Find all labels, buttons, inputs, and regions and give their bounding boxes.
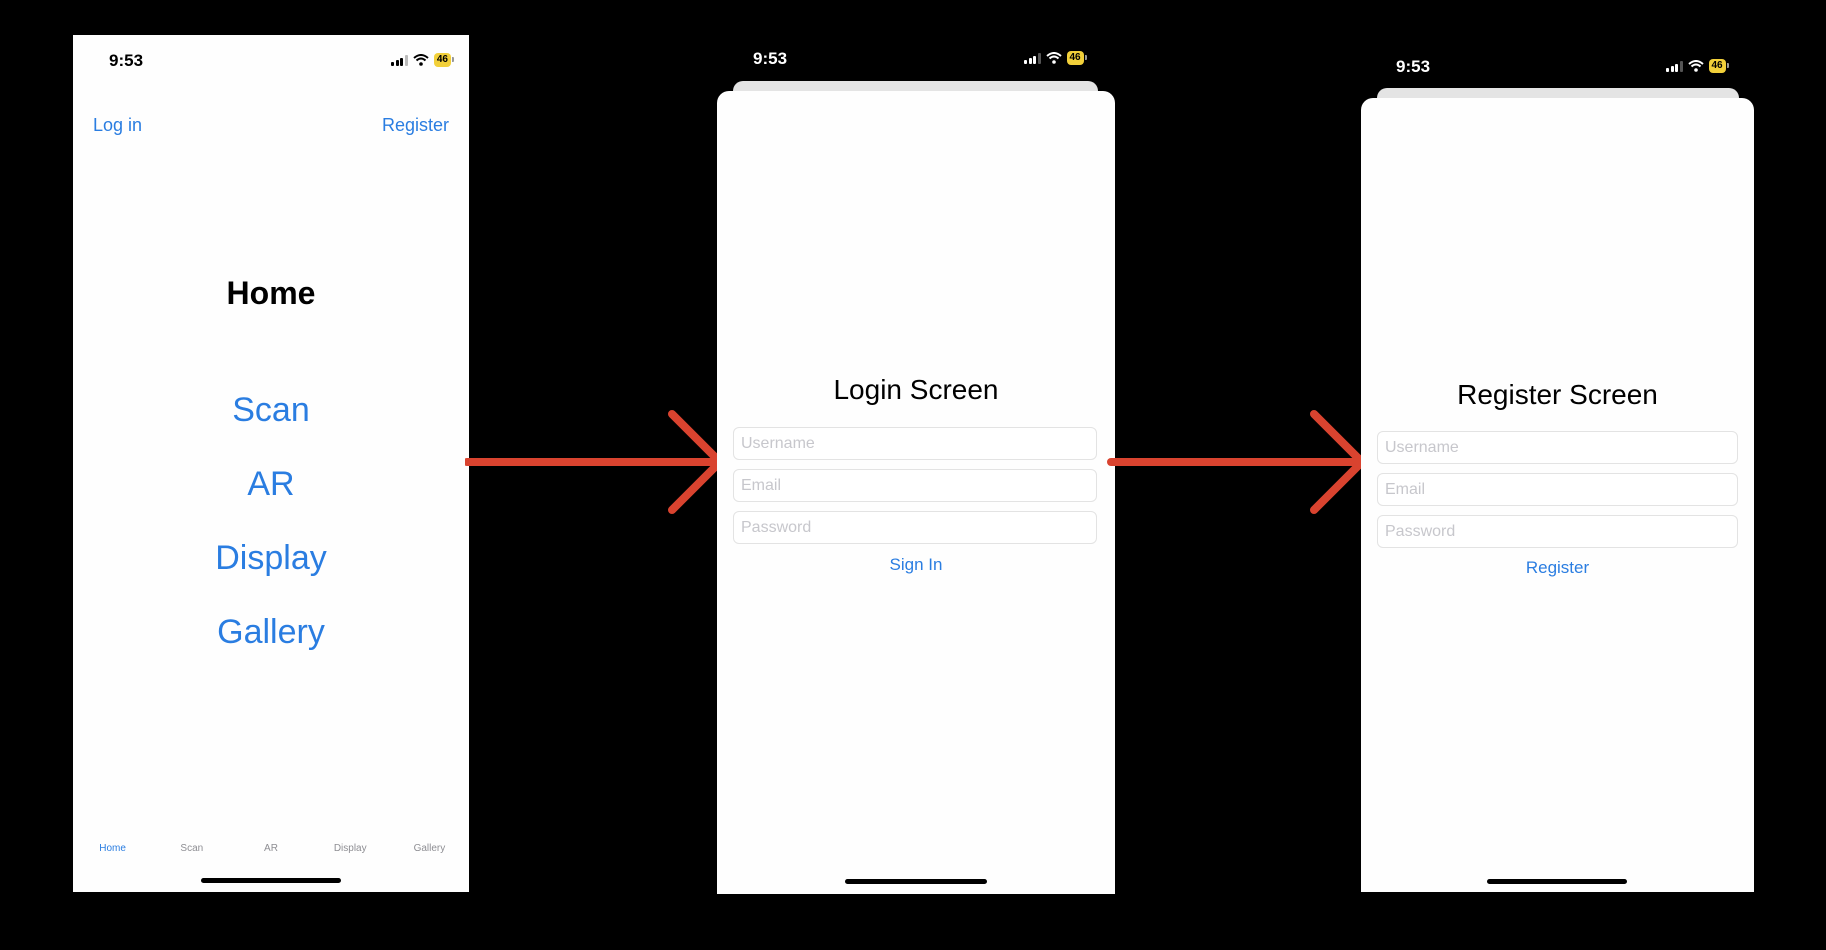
- tab-gallery[interactable]: Gallery: [390, 843, 469, 854]
- home-indicator: [201, 878, 341, 883]
- status-time: 9:53: [109, 51, 144, 70]
- login-status-icons: 46: [1024, 51, 1087, 65]
- login-link[interactable]: Log in: [93, 115, 142, 136]
- login-username-input[interactable]: [733, 427, 1097, 460]
- battery-icon: 46: [1066, 51, 1087, 65]
- signal-icon: [391, 54, 408, 66]
- register-title: Register Screen: [1457, 379, 1658, 410]
- register-status-icons: 46: [1666, 59, 1729, 73]
- home-indicator: [1487, 879, 1627, 884]
- register-email-input[interactable]: [1377, 473, 1738, 506]
- home-screen: 9:53 46 Log in Register Home Scan AR Dis…: [73, 35, 469, 892]
- tab-bar: Home Scan AR Display Gallery: [73, 843, 469, 854]
- menu-link-gallery[interactable]: Gallery: [73, 613, 469, 652]
- register-status-time: 9:53: [1396, 57, 1431, 76]
- status-icons: 46: [391, 53, 455, 67]
- register-sheet: Register Screen Register: [1361, 98, 1754, 892]
- register-button[interactable]: Register: [1361, 558, 1754, 578]
- tab-display[interactable]: Display: [311, 843, 390, 854]
- wifi-icon: [1045, 52, 1062, 64]
- menu-link-scan[interactable]: Scan: [73, 391, 469, 430]
- signal-icon: [1666, 60, 1683, 72]
- login-sheet: Login Screen Sign In: [717, 91, 1115, 894]
- signal-icon: [1024, 52, 1041, 64]
- menu-link-ar[interactable]: AR: [73, 465, 469, 504]
- home-indicator: [845, 879, 987, 884]
- arrow-right-icon: [465, 410, 724, 514]
- menu-link-display[interactable]: Display: [73, 539, 469, 578]
- wifi-icon: [413, 54, 429, 66]
- wifi-icon: [1687, 60, 1704, 72]
- sign-in-button[interactable]: Sign In: [717, 555, 1115, 575]
- register-password-input[interactable]: [1377, 515, 1738, 548]
- page-title: Home: [226, 275, 316, 311]
- login-status-time: 9:53: [753, 49, 788, 68]
- register-link[interactable]: Register: [382, 115, 449, 136]
- battery-icon: 46: [433, 53, 455, 67]
- tab-scan[interactable]: Scan: [152, 843, 231, 854]
- tab-ar[interactable]: AR: [231, 843, 310, 854]
- login-email-input[interactable]: [733, 469, 1097, 502]
- arrow-right-icon: [1107, 410, 1366, 514]
- register-username-input[interactable]: [1377, 431, 1738, 464]
- login-password-input[interactable]: [733, 511, 1097, 544]
- tab-home[interactable]: Home: [73, 843, 152, 854]
- login-title: Login Screen: [833, 374, 999, 405]
- battery-icon: 46: [1708, 59, 1729, 73]
